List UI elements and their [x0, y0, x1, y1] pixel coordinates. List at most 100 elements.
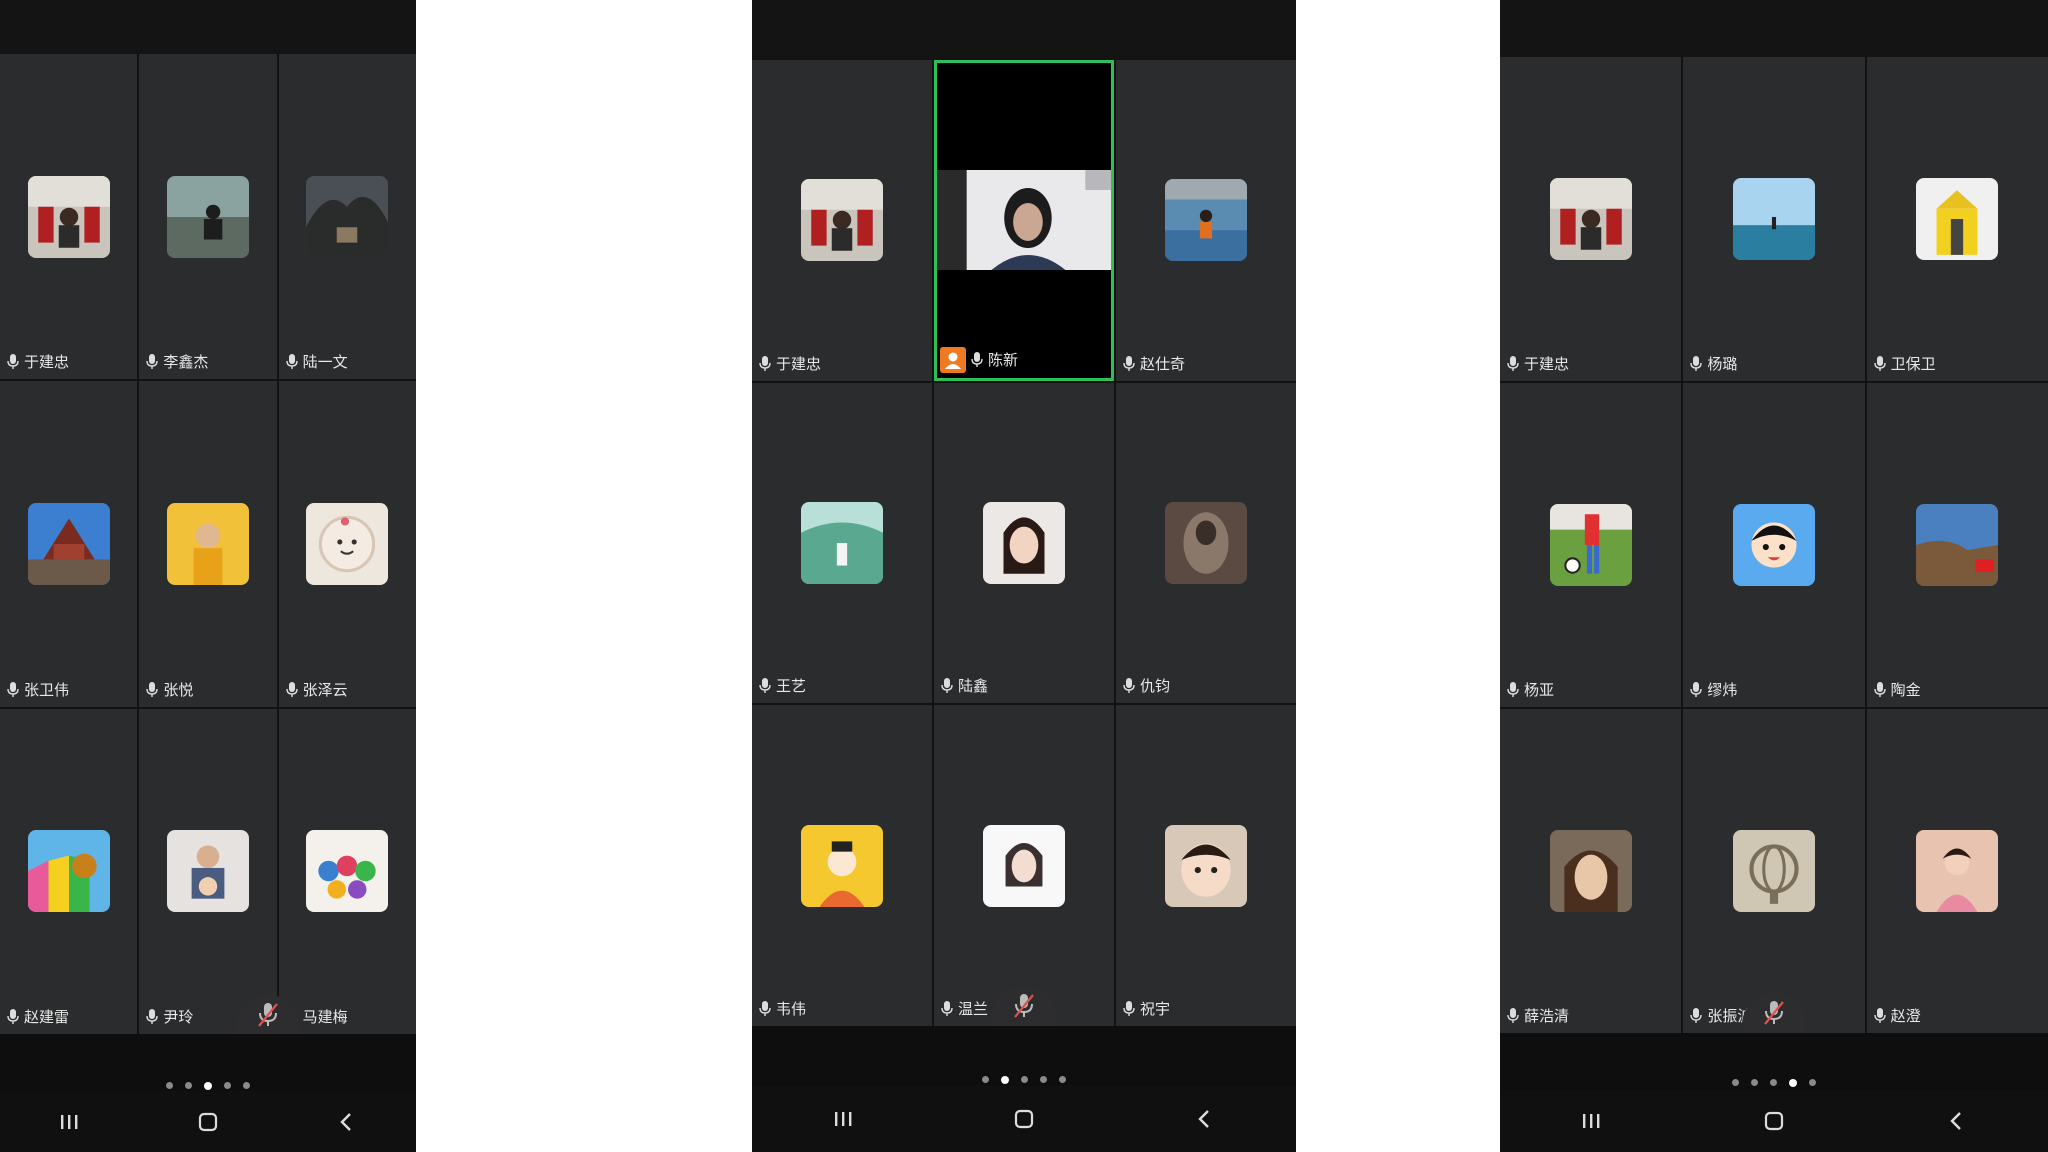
- participant-tile[interactable]: 杨璐: [1683, 57, 1865, 381]
- participant-tile[interactable]: 陶金: [1866, 383, 2048, 707]
- participant-label: 陆鑫: [940, 677, 988, 695]
- participant-tile[interactable]: 尹玲: [139, 708, 277, 1034]
- participant-label: 李鑫杰: [145, 353, 208, 371]
- page-dot[interactable]: [1040, 1076, 1047, 1083]
- home-button[interactable]: [1004, 1099, 1044, 1139]
- participant-tile[interactable]: 张悦: [139, 381, 277, 707]
- participant-tile[interactable]: 于建忠: [0, 54, 138, 380]
- mic-off-icon: [1014, 994, 1034, 1018]
- back-button[interactable]: [1185, 1099, 1225, 1139]
- home-button[interactable]: [188, 1102, 228, 1142]
- phone-screen-3: 于建忠 杨璐 卫保卫 杨亚 缪炜 陶金 薛浩清 张振波 赵澄: [1500, 0, 2048, 1152]
- avatar: [1916, 178, 1999, 260]
- recent-apps-icon: [1583, 1114, 1600, 1128]
- page-dots: [0, 1082, 416, 1090]
- back-button[interactable]: [1937, 1101, 1977, 1141]
- mic-icon: [1873, 682, 1887, 698]
- participant-tile[interactable]: 韦伟: [752, 705, 932, 1026]
- mic-icon: [940, 678, 954, 694]
- participant-tile[interactable]: 缪炜: [1683, 383, 1865, 707]
- participant-tile[interactable]: 杨亚: [1500, 383, 1682, 707]
- participant-name: 杨璐: [1707, 355, 1738, 373]
- page-dot[interactable]: [1809, 1079, 1816, 1086]
- page-dot[interactable]: [185, 1082, 192, 1089]
- avatar: [306, 502, 389, 585]
- page-indicator-bar: [0, 1034, 416, 1092]
- participant-tile[interactable]: 李鑫杰: [139, 54, 277, 380]
- participant-label: 陶金: [1873, 681, 1921, 699]
- page-dot[interactable]: [982, 1076, 989, 1083]
- mic-icon: [1689, 1008, 1703, 1024]
- recent-apps-icon: [61, 1115, 78, 1129]
- home-button[interactable]: [1754, 1101, 1794, 1141]
- mic-icon: [145, 1009, 159, 1025]
- page-dot[interactable]: [166, 1082, 173, 1089]
- page-dot[interactable]: [243, 1082, 250, 1089]
- recent-apps-button[interactable]: [49, 1102, 89, 1142]
- back-icon: [1198, 1110, 1210, 1128]
- page-dot-active[interactable]: [1001, 1076, 1009, 1084]
- participant-name: 杨亚: [1524, 681, 1555, 699]
- participant-tile[interactable]: 马建梅: [278, 708, 416, 1034]
- recent-apps-button[interactable]: [823, 1099, 863, 1139]
- mic-icon: [1122, 678, 1136, 694]
- participant-tile[interactable]: 卫保卫: [1866, 57, 2048, 381]
- status-bar: [752, 0, 1296, 60]
- participant-label: 赵澄: [1873, 1007, 1921, 1025]
- participant-tile[interactable]: 仇钧: [1116, 382, 1296, 704]
- avatar: [166, 175, 249, 258]
- page-dot[interactable]: [1059, 1076, 1066, 1083]
- participant-tile[interactable]: 赵澄: [1866, 709, 2048, 1033]
- participant-label: 于建忠: [758, 355, 821, 373]
- participant-tile[interactable]: 于建忠: [752, 60, 932, 381]
- participant-name: 马建梅: [302, 1008, 348, 1026]
- page-dot[interactable]: [1770, 1079, 1777, 1086]
- participant-name: 赵仕奇: [1140, 354, 1186, 373]
- participant-tile[interactable]: 张振波: [1683, 709, 1865, 1033]
- active-speaker-tile[interactable]: 陈新: [934, 60, 1114, 381]
- page-dot[interactable]: [224, 1082, 231, 1089]
- participant-tile[interactable]: 于建忠: [1500, 57, 1682, 381]
- participant-tile[interactable]: 赵仕奇: [1116, 60, 1296, 381]
- participant-name: 陈新: [988, 350, 1019, 369]
- avatar: [166, 502, 249, 585]
- avatar: [27, 830, 110, 913]
- participant-label: 陆一文: [285, 353, 348, 371]
- participant-tile[interactable]: 张泽云: [278, 381, 416, 707]
- recent-apps-button[interactable]: [1571, 1101, 1611, 1141]
- back-button[interactable]: [327, 1102, 367, 1142]
- participant-name: 温兰: [958, 999, 989, 1018]
- host-badge-icon: [940, 346, 966, 373]
- mic-icon: [6, 354, 20, 370]
- mic-icon: [1506, 356, 1520, 372]
- system-nav-bar: [1500, 1090, 2048, 1152]
- mic-icon: [1122, 1000, 1136, 1017]
- participant-name: 张卫伟: [24, 680, 70, 699]
- page-dot[interactable]: [1732, 1079, 1739, 1086]
- participant-tile[interactable]: 王艺: [752, 382, 932, 704]
- participant-name: 仇钧: [1140, 677, 1171, 696]
- participant-tile[interactable]: 薛浩清: [1500, 709, 1682, 1033]
- participant-name: 王艺: [776, 677, 807, 696]
- participant-tile[interactable]: 赵建雷: [0, 708, 138, 1034]
- participant-name: 陆一文: [302, 353, 348, 372]
- page-dot[interactable]: [1021, 1076, 1028, 1083]
- participant-tile[interactable]: 陆一文: [278, 54, 416, 380]
- recent-apps-icon: [834, 1112, 852, 1126]
- avatar: [1732, 830, 1815, 912]
- page-dot[interactable]: [1751, 1079, 1758, 1086]
- participant-tile[interactable]: 陆鑫: [934, 382, 1114, 704]
- page-dot-active[interactable]: [204, 1082, 212, 1090]
- page-dot-active[interactable]: [1789, 1079, 1797, 1087]
- participant-tile[interactable]: 温兰: [934, 705, 1114, 1026]
- participant-tile[interactable]: 张卫伟: [0, 381, 138, 707]
- back-icon: [1949, 1112, 1961, 1130]
- system-nav-bar: [0, 1092, 416, 1152]
- mic-icon: [758, 355, 772, 372]
- phone-screen-1: 于建忠 李鑫杰 陆一文 张卫伟 张悦 张泽云 赵建雷 尹玲 马建梅: [0, 0, 416, 1152]
- system-nav-bar: [752, 1086, 1296, 1152]
- avatar: [27, 175, 110, 258]
- participant-tile[interactable]: 祝宇: [1116, 705, 1296, 1026]
- mic-icon: [1689, 356, 1703, 372]
- avatar: [166, 830, 249, 913]
